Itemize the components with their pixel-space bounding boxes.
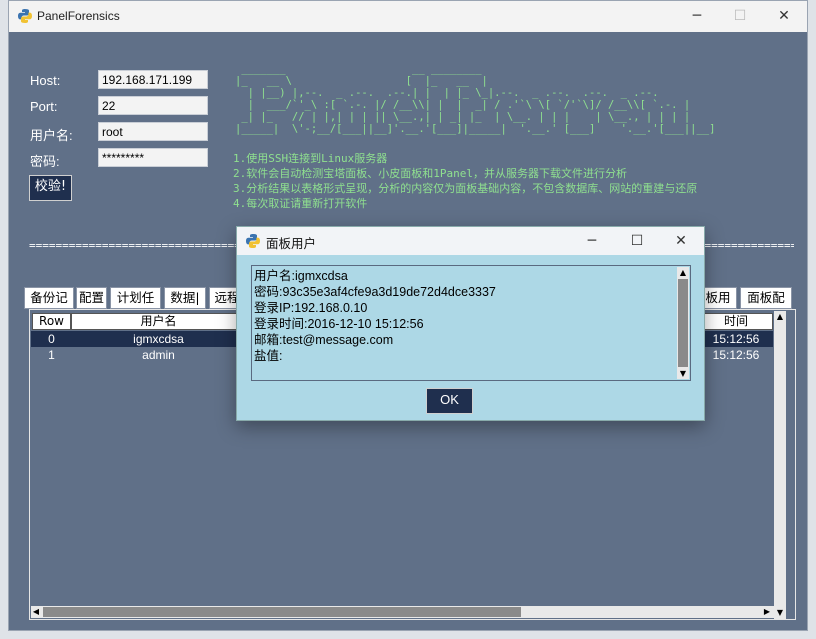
password-label: 密码:	[30, 154, 60, 169]
detail-login-ip: 登录IP:192.168.0.10	[254, 301, 368, 315]
verify-button[interactable]: 校验!	[29, 175, 72, 201]
dialog-close-button[interactable]: ✕	[658, 227, 704, 255]
password-input[interactable]: *********	[98, 148, 208, 167]
column-header-username[interactable]: 用户名	[71, 313, 246, 330]
info-line-1: 1.使用SSH连接到Linux服务器	[233, 152, 388, 165]
info-line-2: 2.软件会自动检测宝塔面板、小皮面板和1Panel，并从服务器下载文件进行分析	[233, 167, 627, 180]
scroll-right-icon[interactable]: ▶	[762, 606, 772, 618]
tab-backup[interactable]: 备份记	[24, 287, 74, 309]
ascii-banner: _______ __ ________ |_ __ \ [ |_ __ | | …	[235, 63, 716, 135]
scroll-down-icon[interactable]: ▼	[677, 368, 689, 379]
table-cell-username: admin	[142, 348, 175, 362]
scroll-down-icon[interactable]: ▼	[774, 607, 786, 619]
dialog-title: 面板用户	[266, 236, 317, 251]
ok-button[interactable]: OK	[426, 388, 473, 414]
minimize-button[interactable]: ─	[674, 1, 720, 31]
detail-email: 邮箱:test@message.com	[254, 333, 394, 347]
detail-username: 用户名:igmxcdsa	[254, 269, 348, 283]
table-cell-row: 1	[48, 348, 55, 362]
dialog-minimize-button[interactable]: ─	[569, 227, 615, 255]
table-cell-row: 0	[48, 332, 55, 346]
scroll-up-icon[interactable]: ▲	[677, 267, 689, 278]
tab-panel-config[interactable]: 面板配	[740, 287, 792, 309]
textbox-scroll-thumb[interactable]	[678, 279, 688, 367]
close-icon: ✕	[675, 233, 687, 249]
maximize-icon: ☐	[630, 233, 644, 249]
table-cell-time: 15:12:56	[712, 332, 760, 346]
dialog-maximize-button[interactable]: ☐	[614, 227, 660, 255]
close-icon: ✕	[778, 8, 790, 24]
python-icon	[18, 9, 32, 23]
minimize-icon: ─	[692, 8, 702, 24]
horizontal-scroll-thumb[interactable]	[43, 607, 521, 617]
info-line-4: 4.每次取证请重新打开软件	[233, 197, 368, 210]
scroll-up-icon[interactable]: ▲	[774, 311, 786, 323]
port-label: Port:	[30, 99, 58, 114]
title-bar: PanelForensics ─ ☐ ✕	[9, 1, 807, 32]
detail-login-time: 登录时间:2016-12-10 15:12:56	[254, 317, 424, 331]
dialog-title-bar: 面板用户 ─ ☐ ✕	[237, 227, 704, 255]
host-label: Host:	[30, 73, 61, 88]
port-input[interactable]: 22	[98, 96, 208, 115]
detail-password: 密码:93c35e3af4cfe9a3d19de72d4dce3337	[254, 285, 496, 299]
host-input[interactable]: 192.168.171.199	[98, 70, 208, 89]
table-cell-username: igmxcdsa	[133, 332, 184, 346]
window-title: PanelForensics	[37, 9, 120, 23]
close-button[interactable]: ✕	[761, 1, 807, 31]
maximize-icon: ☐	[733, 8, 747, 24]
tab-database[interactable]: 数据|	[164, 287, 206, 309]
detail-salt: 盐值:	[254, 349, 283, 363]
python-icon	[246, 234, 260, 248]
table-cell-time: 15:12:56	[712, 348, 760, 362]
info-line-3: 3.分析结果以表格形式呈现，分析的内容仅为面板基础内容，不包含数据库、网站的重建…	[233, 182, 698, 195]
tab-config[interactable]: 配置	[76, 287, 107, 309]
scroll-left-icon[interactable]: ◀	[31, 606, 41, 618]
table-vertical-scrollbar[interactable]: ▲ ▼	[774, 311, 786, 619]
user-details-textbox[interactable]: 用户名:igmxcdsa 密码:93c35e3af4cfe9a3d19de72d…	[251, 265, 691, 381]
username-label: 用户名:	[30, 128, 73, 143]
tab-cron[interactable]: 计划任	[110, 287, 161, 309]
column-header-time[interactable]: 时间	[699, 313, 773, 330]
table-horizontal-scrollbar[interactable]: ◀ ▶	[31, 606, 774, 618]
maximize-button[interactable]: ☐	[717, 1, 763, 31]
minimize-icon: ─	[587, 233, 597, 249]
column-header-row[interactable]: Row	[32, 313, 71, 330]
panel-user-dialog: 面板用户 ─ ☐ ✕ 用户名:igmxcdsa 密码:93c35e3af4cfe…	[236, 226, 705, 421]
textbox-scrollbar[interactable]: ▲ ▼	[677, 267, 689, 379]
username-input[interactable]: root	[98, 122, 208, 141]
